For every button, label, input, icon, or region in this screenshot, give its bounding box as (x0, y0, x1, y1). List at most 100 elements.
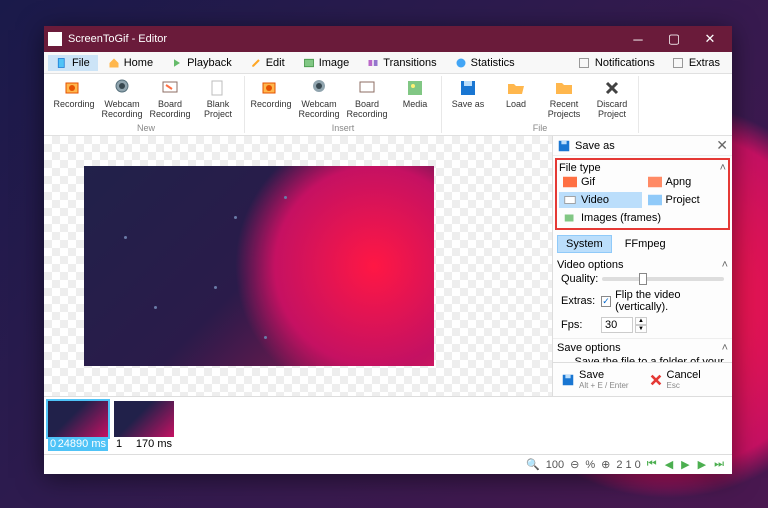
nav-next[interactable]: ▶ (696, 458, 708, 471)
filetype-project[interactable]: Project (644, 192, 727, 208)
window-title: ScreenToGif - Editor (68, 33, 620, 45)
save-options-label: Save options (557, 342, 621, 354)
group-label-file: File (533, 123, 548, 133)
filetype-gif[interactable]: Gif (559, 174, 642, 190)
save-button[interactable]: SaveAlt + E / Enter (557, 367, 641, 392)
extras-label: Extras: (561, 295, 597, 307)
spin-down[interactable]: ▼ (635, 325, 647, 333)
group-label-insert: Insert (332, 123, 355, 133)
video-options-label: Video options (557, 259, 623, 271)
board-icon (357, 78, 377, 98)
menu-statistics[interactable]: Statistics (447, 55, 523, 71)
ribbon-webcam[interactable]: Webcam Recording (98, 76, 146, 120)
recorder-icon (64, 78, 84, 98)
menu-home[interactable]: Home (100, 55, 161, 71)
transitions-icon (367, 57, 379, 69)
discard-icon (602, 78, 622, 98)
menu-file[interactable]: File (48, 55, 98, 71)
panel-title: Save as (575, 140, 716, 152)
image-icon (303, 57, 315, 69)
flip-label: Flip the video (vertically). (615, 289, 724, 313)
folder-open-icon (506, 78, 526, 98)
notifications-toggle[interactable]: Notifications (571, 55, 663, 71)
caret-up-icon[interactable]: ˄ (722, 259, 728, 271)
titlebar: ScreenToGif - Editor ─ ▢ ✕ (44, 26, 732, 52)
menu-image[interactable]: Image (295, 55, 358, 71)
gif-icon (563, 176, 577, 188)
board-icon (160, 78, 180, 98)
ribbon-discard[interactable]: Discard Project (588, 76, 636, 120)
maximize-button[interactable]: ▢ (656, 26, 692, 52)
workspace: Save as ✕ File type ˄ Gif Apng Video Proj… (44, 136, 732, 396)
save-icon (561, 373, 575, 387)
filetype-label: File type (559, 162, 601, 174)
statusbar: 🔍 100 ⊖ % ⊕ 2 1 0 ⏮ ◀ ▶ ▶ ⏭ (44, 454, 732, 474)
tab-ffmpeg[interactable]: FFmpeg (616, 235, 675, 253)
save-as-panel: Save as ✕ File type ˄ Gif Apng Video Proj… (552, 136, 732, 396)
extras-toggle[interactable]: Extras (665, 55, 728, 71)
ribbon: Recording Webcam Recording Board Recordi… (44, 74, 732, 136)
group-label-new: New (137, 123, 155, 133)
blank-icon (208, 78, 228, 98)
filetype-images[interactable]: Images (frames) (559, 210, 726, 226)
spin-up[interactable]: ▲ (635, 317, 647, 325)
ribbon-load[interactable]: Load (492, 76, 540, 120)
nav-play[interactable]: ▶ (679, 458, 691, 471)
fps-input[interactable]: ▲▼ (601, 317, 647, 333)
menu-transitions[interactable]: Transitions (359, 55, 444, 71)
play-icon (171, 57, 183, 69)
ribbon-insert-recording[interactable]: Recording (247, 76, 295, 120)
checkbox-icon (673, 58, 683, 68)
video-icon (563, 194, 577, 206)
webcam-icon (309, 78, 329, 98)
project-icon (648, 194, 662, 206)
ribbon-media[interactable]: Media (391, 76, 439, 120)
zoom-out[interactable]: ⊖ (568, 458, 581, 471)
recorder-icon (261, 78, 281, 98)
menubar: File Home Playback Edit Image Transition… (44, 52, 732, 74)
cancel-button[interactable]: CancelEsc (645, 367, 729, 392)
app-window: ScreenToGif - Editor ─ ▢ ✕ File Home Pla… (44, 26, 732, 474)
home-icon (108, 57, 120, 69)
nav-prev[interactable]: ◀ (663, 458, 675, 471)
zoom-icon[interactable]: 🔍 (524, 458, 542, 471)
cancel-icon (649, 373, 663, 387)
filetype-section: File type ˄ Gif Apng Video Project Images… (555, 158, 730, 230)
ribbon-saveas[interactable]: Save as (444, 76, 492, 120)
webcam-icon (112, 78, 132, 98)
file-icon (56, 57, 68, 69)
flip-checkbox[interactable]: ✓ (601, 296, 611, 307)
nav-first[interactable]: ⏮ (645, 458, 659, 471)
caret-up-icon[interactable]: ˄ (720, 162, 726, 174)
folder-icon (554, 78, 574, 98)
save-icon (557, 139, 571, 153)
zoom-in[interactable]: ⊕ (599, 458, 612, 471)
ribbon-board[interactable]: Board Recording (146, 76, 194, 120)
frame-1[interactable]: 1170 ms (114, 401, 174, 450)
zoom-value: 100 (546, 459, 564, 471)
tab-system[interactable]: System (557, 235, 612, 253)
frames-strip: 024890 ms 1170 ms (44, 396, 732, 454)
quality-label: Quality: (561, 273, 598, 285)
ribbon-recent[interactable]: Recent Projects (540, 76, 588, 120)
frame-0[interactable]: 024890 ms (48, 401, 108, 450)
ribbon-recording[interactable]: Recording (50, 76, 98, 120)
ribbon-insert-webcam[interactable]: Webcam Recording (295, 76, 343, 120)
ribbon-blank[interactable]: Blank Project (194, 76, 242, 120)
caret-up-icon[interactable]: ˄ (722, 342, 728, 354)
stats-icon (455, 57, 467, 69)
nav-last[interactable]: ⏭ (712, 458, 726, 471)
preview-frame (84, 166, 434, 366)
fps-label: Fps: (561, 319, 597, 331)
ribbon-insert-board[interactable]: Board Recording (343, 76, 391, 120)
minimize-button[interactable]: ─ (620, 26, 656, 52)
filetype-apng[interactable]: Apng (644, 174, 727, 190)
menu-playback[interactable]: Playback (163, 55, 240, 71)
canvas-area[interactable] (44, 136, 552, 396)
encoder-tabs: System FFmpeg (553, 232, 732, 256)
filetype-video[interactable]: Video (559, 192, 642, 208)
quality-slider[interactable] (602, 277, 724, 281)
menu-edit[interactable]: Edit (242, 55, 293, 71)
panel-close-button[interactable]: ✕ (716, 137, 728, 154)
close-button[interactable]: ✕ (692, 26, 728, 52)
